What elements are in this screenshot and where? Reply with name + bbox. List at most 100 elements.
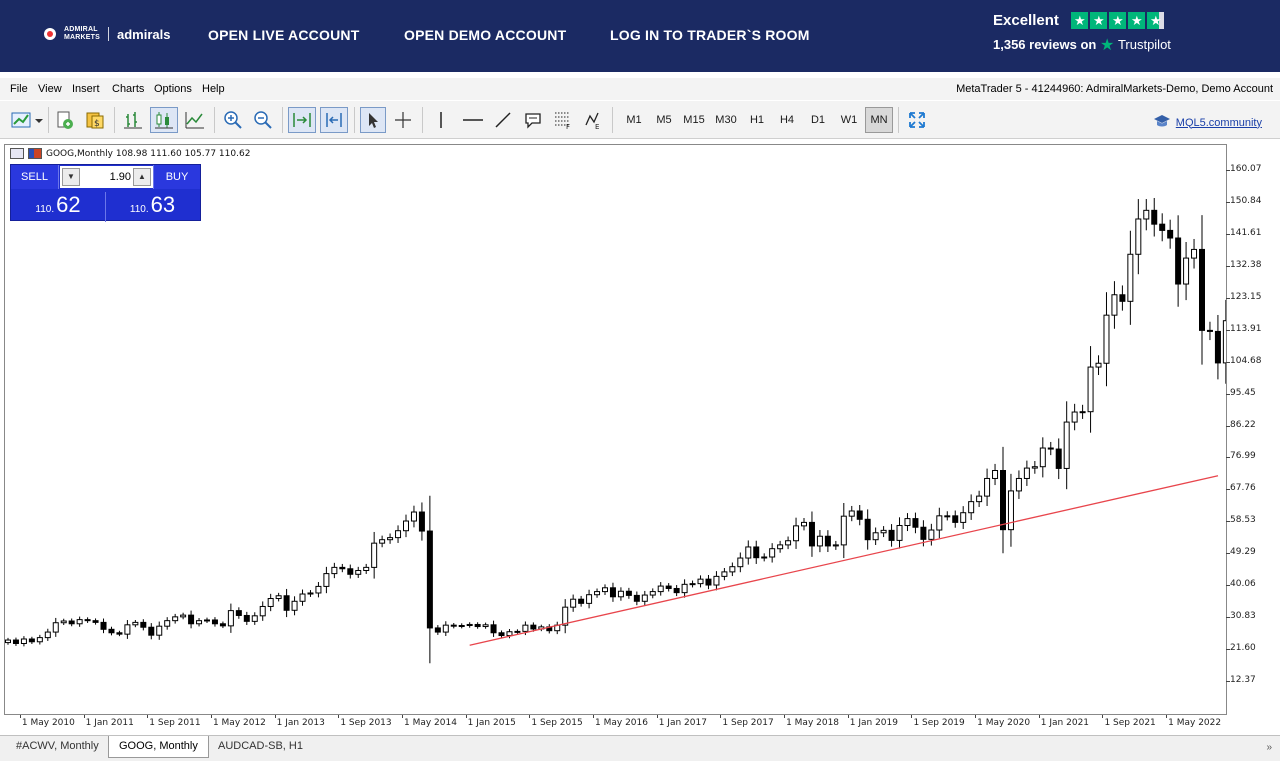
candle bbox=[331, 562, 338, 579]
candle bbox=[387, 533, 394, 544]
timeframe-m1[interactable]: M1 bbox=[620, 107, 648, 133]
timeframe-m5[interactable]: M5 bbox=[650, 107, 678, 133]
trustpilot-widget[interactable]: Excellent ★ ★ ★ ★ ★ 1,356 reviews on ★ T… bbox=[993, 12, 1183, 55]
buy-price[interactable]: 110. 63 bbox=[105, 192, 200, 222]
menu-charts[interactable]: Charts bbox=[112, 83, 144, 95]
text-icon[interactable] bbox=[520, 107, 546, 133]
logo-divider bbox=[108, 27, 110, 41]
line-chart-icon[interactable] bbox=[182, 107, 208, 133]
horizontal-line-icon[interactable] bbox=[458, 107, 488, 133]
volume-input[interactable]: 1.90 bbox=[82, 171, 131, 183]
timeframe-d1[interactable]: D1 bbox=[804, 107, 832, 133]
candle bbox=[84, 617, 91, 623]
buy-button[interactable]: BUY bbox=[153, 165, 200, 189]
candle bbox=[251, 612, 258, 625]
candlestick-chart[interactable] bbox=[5, 145, 1226, 714]
candle bbox=[594, 588, 601, 598]
menu-insert[interactable]: Insert bbox=[72, 83, 100, 95]
tab-acwv-monthly[interactable]: #ACWV, Monthly bbox=[6, 736, 109, 758]
profiles-icon[interactable] bbox=[52, 107, 78, 133]
time-tick bbox=[529, 715, 531, 718]
volume-decrease-button[interactable]: ▼ bbox=[62, 168, 80, 186]
timeframe-w1[interactable]: W1 bbox=[835, 107, 863, 133]
candle bbox=[1055, 438, 1062, 480]
candle bbox=[1191, 238, 1198, 269]
candle bbox=[243, 611, 250, 625]
candle bbox=[1143, 199, 1150, 231]
candle bbox=[267, 593, 274, 612]
zoom-in-icon[interactable] bbox=[220, 107, 246, 133]
time-tick bbox=[402, 715, 403, 718]
bar-chart-icon[interactable] bbox=[120, 107, 146, 133]
elliott-icon[interactable]: E bbox=[580, 107, 606, 133]
timeframe-m30[interactable]: M30 bbox=[712, 107, 740, 133]
candle bbox=[418, 502, 425, 541]
candle bbox=[482, 622, 489, 629]
sell-price[interactable]: 110. 62 bbox=[11, 192, 106, 222]
time-tick bbox=[1038, 715, 1040, 718]
menu-options[interactable]: Options bbox=[154, 83, 192, 95]
time-label: 1 May 2020 bbox=[977, 718, 1031, 728]
price-label: 86.22 bbox=[1230, 419, 1256, 430]
auto-scroll-icon[interactable] bbox=[288, 107, 316, 133]
candle bbox=[1135, 199, 1142, 275]
fullscreen-icon[interactable] bbox=[904, 107, 930, 133]
new-chart-icon[interactable] bbox=[8, 107, 46, 133]
chart-window[interactable] bbox=[4, 144, 1227, 715]
tab-goog-monthly[interactable]: GOOG, Monthly bbox=[108, 736, 209, 758]
tab-audcad-h1[interactable]: AUDCAD-SB, H1 bbox=[208, 736, 313, 758]
price-label: 132.38 bbox=[1230, 259, 1262, 270]
trendline-icon[interactable] bbox=[490, 107, 516, 133]
candle bbox=[1159, 213, 1166, 242]
star-icon: ★ bbox=[1090, 12, 1108, 30]
candle bbox=[458, 623, 465, 629]
crosshair-icon[interactable] bbox=[390, 107, 416, 133]
volume-increase-button[interactable]: ▲ bbox=[133, 168, 151, 186]
menu-view[interactable]: View bbox=[38, 83, 62, 95]
menu-bar: File View Insert Charts Options Help Met… bbox=[0, 78, 1280, 100]
candlestick-icon[interactable] bbox=[150, 107, 178, 133]
candle bbox=[570, 594, 577, 612]
mql5-community-link[interactable]: MQL5.community bbox=[1153, 114, 1262, 131]
menu-file[interactable]: File bbox=[10, 83, 28, 95]
open-demo-account-link[interactable]: OPEN DEMO ACCOUNT bbox=[404, 27, 566, 43]
tabs-scroll-right-icon[interactable]: » bbox=[1266, 742, 1272, 753]
traders-room-login-link[interactable]: LOG IN TO TRADER`S ROOM bbox=[610, 27, 810, 43]
fibonacci-icon[interactable]: F bbox=[550, 107, 576, 133]
candle bbox=[912, 512, 919, 534]
logo-wordmark: admirals bbox=[117, 26, 171, 42]
chart-window-icon bbox=[10, 148, 24, 159]
candle bbox=[434, 625, 441, 635]
candle bbox=[976, 490, 983, 508]
menu-help[interactable]: Help bbox=[202, 83, 225, 95]
candle bbox=[1222, 299, 1226, 384]
candle bbox=[259, 601, 266, 621]
market-watch-icon[interactable]: $ bbox=[82, 107, 108, 133]
star-half-icon: ★ bbox=[1147, 12, 1165, 30]
zoom-out-icon[interactable] bbox=[250, 107, 276, 133]
candle bbox=[60, 618, 67, 626]
admirals-logo[interactable]: ADMIRAL MARKETS admirals bbox=[44, 26, 171, 42]
vertical-line-icon[interactable] bbox=[428, 107, 454, 133]
candle bbox=[100, 618, 107, 634]
cursor-icon[interactable] bbox=[360, 107, 386, 133]
candle bbox=[705, 574, 712, 590]
timeframe-h4[interactable]: H4 bbox=[773, 107, 801, 133]
trendline[interactable] bbox=[469, 475, 1219, 646]
open-live-account-link[interactable]: OPEN LIVE ACCOUNT bbox=[208, 27, 359, 43]
candle bbox=[1071, 403, 1078, 431]
trustpilot-brand: Trustpilot bbox=[1117, 37, 1171, 52]
top-banner: ADMIRAL MARKETS admirals OPEN LIVE ACCOU… bbox=[0, 0, 1280, 72]
timeframe-mn[interactable]: MN bbox=[865, 107, 893, 133]
time-tick bbox=[593, 715, 595, 718]
candle bbox=[1111, 281, 1118, 329]
candle bbox=[697, 575, 704, 588]
price-label: 95.45 bbox=[1230, 387, 1256, 398]
time-tick bbox=[784, 715, 786, 718]
sell-button[interactable]: SELL bbox=[11, 165, 59, 189]
timeframe-m15[interactable]: M15 bbox=[680, 107, 708, 133]
time-label: 1 May 2018 bbox=[786, 718, 840, 728]
chart-shift-icon[interactable] bbox=[320, 107, 348, 133]
timeframe-h1[interactable]: H1 bbox=[743, 107, 771, 133]
time-label: 1 May 2016 bbox=[595, 718, 648, 728]
